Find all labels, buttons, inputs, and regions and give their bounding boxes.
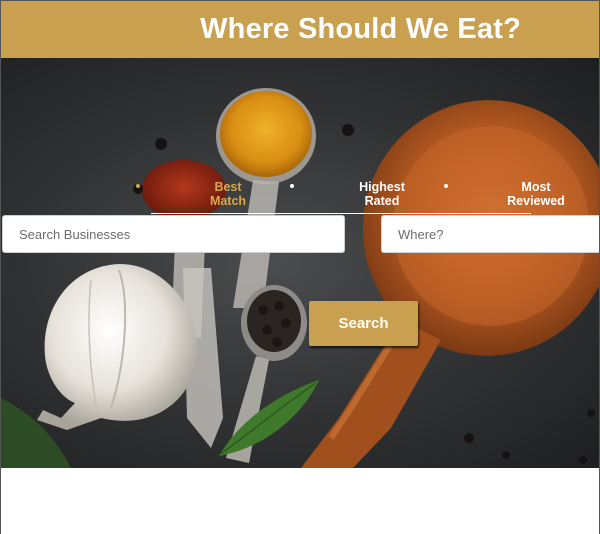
header-bar: Where Should We Eat? <box>1 1 599 58</box>
sort-bullet <box>444 184 448 188</box>
sort-best-match[interactable]: Best Match <box>199 180 257 208</box>
results-area <box>1 468 599 534</box>
sort-bullet <box>136 184 140 188</box>
page-title: Where Should We Eat? <box>200 13 521 45</box>
sort-label-line1: Best <box>214 180 242 194</box>
sort-divider <box>151 213 531 214</box>
sort-label-line2: Rated <box>364 194 400 208</box>
spices-background-image <box>1 88 599 468</box>
sort-options: Best Match Highest Rated Most Reviewed <box>1 180 599 210</box>
sort-most-reviewed[interactable]: Most Reviewed <box>501 180 571 208</box>
sort-label-line2: Reviewed <box>507 194 565 208</box>
sort-label-line2: Match <box>209 194 247 208</box>
search-button[interactable]: Search <box>309 301 418 346</box>
search-businesses-input[interactable] <box>2 215 345 253</box>
sort-bullet <box>290 184 294 188</box>
location-input[interactable] <box>381 215 599 253</box>
app-page: Where Should We Eat? Best Match Highest … <box>0 0 600 534</box>
sort-label-line1: Most <box>521 180 551 194</box>
hero-background: Best Match Highest Rated Most Reviewed S… <box>1 58 599 468</box>
sort-label-line1: Highest <box>359 180 405 194</box>
sort-highest-rated[interactable]: Highest Rated <box>349 180 415 208</box>
